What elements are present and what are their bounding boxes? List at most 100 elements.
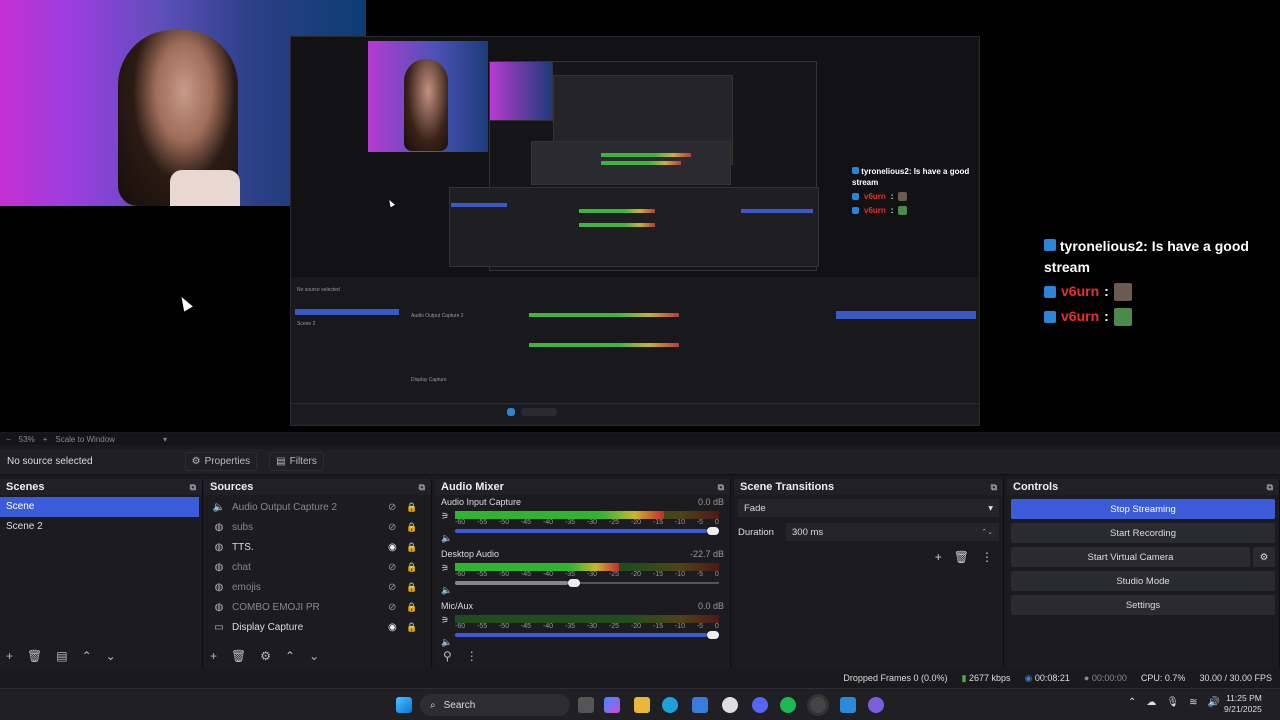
slider-knob[interactable] <box>707 631 719 639</box>
move-up-icon[interactable]: ⌃ <box>82 649 92 663</box>
store-icon[interactable] <box>692 697 708 713</box>
scene-item[interactable]: Scene <box>0 497 199 517</box>
studio-mode-button[interactable]: Studio Mode <box>1011 571 1275 591</box>
source-item[interactable]: ◍ emojis ⊘ 🔒 <box>204 577 431 597</box>
more-icon[interactable]: ⋮ <box>466 649 478 663</box>
trash-icon[interactable]: 🗑 <box>231 649 246 663</box>
speaker-icon[interactable]: 🔈 <box>441 585 452 596</box>
network-icon[interactable]: ≋ <box>1189 697 1197 708</box>
lock-icon[interactable]: 🔒 <box>406 542 417 553</box>
move-down-icon[interactable]: ⌄ <box>106 649 116 663</box>
filters-button[interactable]: ▤ Filters <box>269 452 324 471</box>
obs-icon[interactable] <box>810 697 826 713</box>
move-down-icon[interactable]: ⌄ <box>309 649 319 663</box>
slider-knob[interactable] <box>568 579 581 587</box>
start-recording-button[interactable]: Start Recording <box>1011 523 1275 543</box>
lock-icon[interactable]: 🔒 <box>406 522 417 533</box>
undock-icon[interactable]: ⧉ <box>718 482 724 493</box>
more-icon[interactable]: ⋮ <box>981 550 993 564</box>
source-item[interactable]: ▭ Display Capture ◉ 🔒 <box>204 617 431 637</box>
slider-knob[interactable] <box>707 527 719 535</box>
taskbar-search[interactable]: ⌕ Search <box>420 694 570 716</box>
source-item[interactable]: ◍ TTS. ◉ 🔒 <box>204 537 431 557</box>
settings-button[interactable]: Settings <box>1011 595 1275 615</box>
volume-icon[interactable]: 🔊 <box>1207 697 1219 708</box>
undock-icon[interactable]: ⧉ <box>991 482 997 493</box>
add-icon[interactable]: + <box>210 649 217 663</box>
add-icon[interactable]: + <box>6 649 13 663</box>
speaker-icon[interactable]: 🔈 <box>441 637 452 648</box>
volume-slider[interactable] <box>455 631 719 639</box>
visibility-icon[interactable]: ⊘ <box>388 582 396 593</box>
chevron-up-icon[interactable]: ⌃ <box>1128 697 1136 708</box>
zoom-in-button[interactable]: + <box>43 435 48 444</box>
app-icon[interactable] <box>722 697 738 713</box>
undock-icon[interactable]: ⧉ <box>419 482 425 493</box>
lock-icon[interactable]: 🔒 <box>406 562 417 573</box>
app-icon[interactable] <box>840 697 856 713</box>
link-icon[interactable]: ⚲ <box>443 649 452 663</box>
cloud-icon[interactable]: ☁ <box>1146 697 1156 708</box>
start-virtual-camera-button[interactable]: Start Virtual Camera <box>1011 547 1250 567</box>
mic-icon[interactable]: 🎙 <box>1166 697 1179 708</box>
gear-icon[interactable]: ⚙ <box>260 649 271 663</box>
properties-button[interactable]: ⚙ Properties <box>184 452 258 471</box>
edge-icon[interactable] <box>662 697 678 713</box>
preview-canvas[interactable]: No source selected Scene 2 Audio Output … <box>0 0 1280 432</box>
visibility-icon[interactable]: ◉ <box>388 542 397 553</box>
tick-label: -10 <box>674 623 685 630</box>
source-item[interactable]: ◍ COMBO EMOJI PR ⊘ 🔒 <box>204 597 431 617</box>
status-bar: Dropped Frames 0 (0.0%) ▮ 2677 kbps ◉ 00… <box>0 668 1280 688</box>
clock[interactable]: 11:25 PM 9/21/2025 <box>1224 693 1262 715</box>
spotify-icon[interactable] <box>780 697 796 713</box>
trash-icon[interactable]: 🗑 <box>27 649 42 663</box>
scenes-title: Scenes <box>6 481 45 493</box>
source-item[interactable]: 🔈 Audio Output Capture 2 ⊘ 🔒 <box>204 497 431 517</box>
mute-icon[interactable]: ⚞ <box>441 615 449 626</box>
mute-icon[interactable]: ⚞ <box>441 511 449 522</box>
no-source-label: No source selected <box>7 456 93 467</box>
zoom-out-button[interactable]: − <box>6 435 11 444</box>
visibility-icon[interactable]: ⊘ <box>388 602 396 613</box>
channel-db: -22.7 dB <box>689 549 724 559</box>
undock-icon[interactable]: ⧉ <box>190 482 196 493</box>
scale-dropdown[interactable]: ▾ <box>163 435 167 444</box>
lock-icon[interactable]: 🔒 <box>406 502 417 513</box>
lock-icon[interactable]: 🔒 <box>406 582 417 593</box>
system-tray[interactable]: ⌃ ☁ 🎙 ≋ 🔊 <box>1128 697 1220 708</box>
bitrate: ▮ 2677 kbps <box>961 672 1011 683</box>
trash-icon[interactable]: 🗑 <box>954 550 969 564</box>
duration-spinbox[interactable]: 300 ms ⌃⌄ <box>786 523 999 541</box>
virtual-camera-settings-icon[interactable]: ⚙ <box>1253 547 1275 567</box>
fps: 30.00 / 30.00 FPS <box>1199 673 1272 683</box>
transition-select[interactable]: Fade ▾ <box>738 499 999 517</box>
task-view-icon[interactable] <box>578 697 594 713</box>
move-up-icon[interactable]: ⌃ <box>285 649 295 663</box>
scale-mode[interactable]: Scale to Window <box>55 435 115 444</box>
scene-filter-icon[interactable]: ▤ <box>56 649 67 663</box>
visibility-icon[interactable]: ⊘ <box>388 562 396 573</box>
visibility-icon[interactable]: ◉ <box>388 622 397 633</box>
stop-streaming-button[interactable]: Stop Streaming <box>1011 499 1275 519</box>
speaker-icon[interactable]: 🔈 <box>441 533 452 544</box>
tick-label: -55 <box>476 571 488 578</box>
visibility-icon[interactable]: ⊘ <box>388 522 396 533</box>
discord-icon[interactable] <box>752 697 768 713</box>
mute-icon[interactable]: ⚞ <box>441 563 449 574</box>
source-item[interactable]: ◍ subs ⊘ 🔒 <box>204 517 431 537</box>
file-explorer-icon[interactable] <box>634 697 650 713</box>
source-item[interactable]: ◍ chat ⊘ 🔒 <box>204 557 431 577</box>
tick-label: -10 <box>674 519 685 526</box>
visibility-icon[interactable]: ⊘ <box>388 502 396 513</box>
undock-icon[interactable]: ⧉ <box>1267 482 1273 493</box>
volume-slider[interactable] <box>455 579 719 587</box>
tick-label: -35 <box>564 519 576 526</box>
scene-item[interactable]: Scene 2 <box>0 517 199 537</box>
lock-icon[interactable]: 🔒 <box>406 602 417 613</box>
app-icon[interactable] <box>868 697 884 713</box>
lock-icon[interactable]: 🔒 <box>406 622 417 633</box>
copilot-icon[interactable] <box>604 697 620 713</box>
windows-start-icon[interactable] <box>396 697 412 713</box>
volume-slider[interactable] <box>455 527 719 535</box>
add-transition-icon[interactable]: + <box>935 550 942 564</box>
